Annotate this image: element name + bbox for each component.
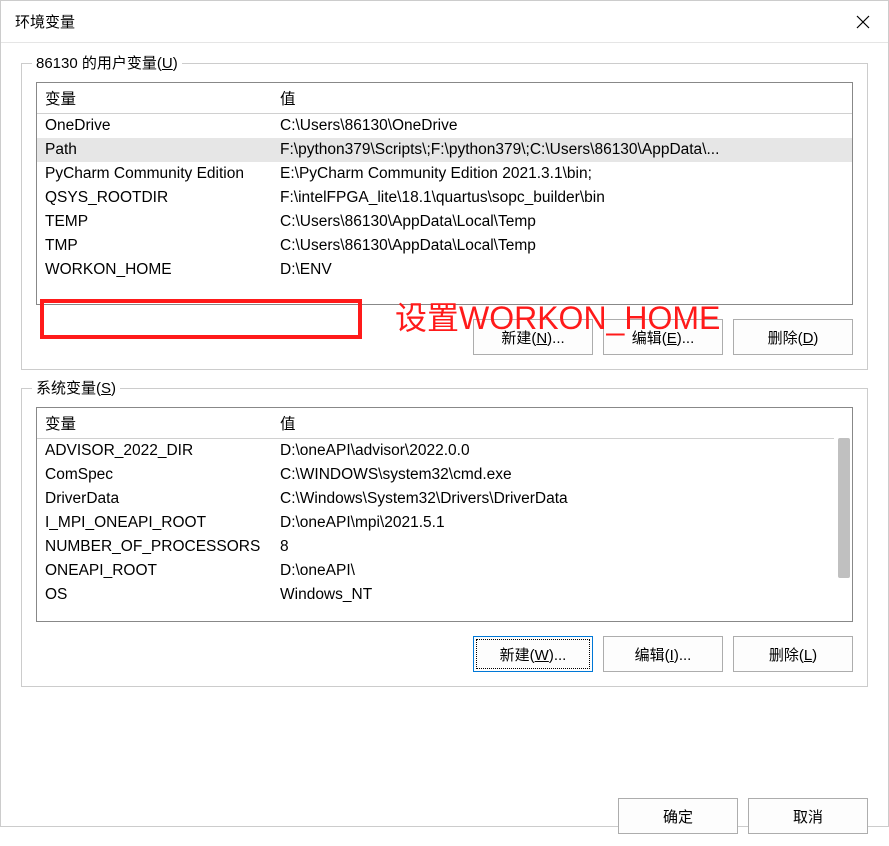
table-row[interactable]: ADVISOR_2022_DIRD:\oneAPI\advisor\2022.0… <box>37 439 834 464</box>
var-name-cell: ComSpec <box>37 463 272 487</box>
table-row[interactable]: TEMPC:\Users\86130\AppData\Local\Temp <box>37 210 852 234</box>
dialog-content: 86130 的用户变量(U) 变量 值 OneDriveC:\Users\861… <box>1 43 888 786</box>
var-value-cell: C:\WINDOWS\system32\cmd.exe <box>272 463 834 487</box>
var-name-cell: TMP <box>37 234 272 258</box>
table-row[interactable]: PathF:\python379\Scripts\;F:\python379\;… <box>37 138 852 162</box>
var-name-cell: NUMBER_OF_PROCESSORS <box>37 535 272 559</box>
dialog-title: 环境变量 <box>15 11 75 32</box>
var-name-cell: QSYS_ROOTDIR <box>37 186 272 210</box>
table-row[interactable]: PyCharm Community EditionE:\PyCharm Comm… <box>37 162 852 186</box>
var-name-cell: PyCharm Community Edition <box>37 162 272 186</box>
system-edit-button[interactable]: 编辑(I)... <box>603 636 723 672</box>
user-new-button[interactable]: 新建(N)... <box>473 319 593 355</box>
cancel-button[interactable]: 取消 <box>748 798 868 834</box>
table-row[interactable]: OneDriveC:\Users\86130\OneDrive <box>37 114 852 139</box>
var-value-cell: D:\oneAPI\ <box>272 559 834 583</box>
var-value-cell: Windows_NT <box>272 583 834 607</box>
table-row[interactable]: I_MPI_ONEAPI_ROOTD:\oneAPI\mpi\2021.5.1 <box>37 511 834 535</box>
close-icon <box>856 15 870 29</box>
titlebar: 环境变量 <box>1 1 888 43</box>
table-row[interactable]: NUMBER_OF_PROCESSORS8 <box>37 535 834 559</box>
var-name-cell: OneDrive <box>37 114 272 139</box>
user-variables-group: 86130 的用户变量(U) 变量 值 OneDriveC:\Users\861… <box>21 63 868 370</box>
var-value-cell: C:\Windows\System32\Drivers\DriverData <box>272 487 834 511</box>
table-row[interactable]: ComSpecC:\WINDOWS\system32\cmd.exe <box>37 463 834 487</box>
user-edit-button[interactable]: 编辑(E)... <box>603 319 723 355</box>
dialog-footer-buttons: 确定 取消 <box>1 786 888 846</box>
var-name-cell: I_MPI_ONEAPI_ROOT <box>37 511 272 535</box>
var-value-cell: D:\ENV <box>272 258 852 282</box>
table-row[interactable]: WORKON_HOMED:\ENV <box>37 258 852 282</box>
var-name-cell: ONEAPI_ROOT <box>37 559 272 583</box>
table-row[interactable]: TMPC:\Users\86130\AppData\Local\Temp <box>37 234 852 258</box>
var-value-cell: D:\oneAPI\mpi\2021.5.1 <box>272 511 834 535</box>
table-header-value[interactable]: 值 <box>272 408 834 439</box>
user-variables-buttons: 新建(N)... 编辑(E)... 删除(D) <box>36 319 853 355</box>
table-header-value[interactable]: 值 <box>272 83 852 114</box>
var-name-cell: Path <box>37 138 272 162</box>
var-name-cell: WORKON_HOME <box>37 258 272 282</box>
user-variables-group-label: 86130 的用户变量(U) <box>32 52 182 73</box>
var-name-cell: DriverData <box>37 487 272 511</box>
var-value-cell: C:\Users\86130\AppData\Local\Temp <box>272 210 852 234</box>
table-row[interactable]: ONEAPI_ROOTD:\oneAPI\ <box>37 559 834 583</box>
table-row[interactable]: OSWindows_NT <box>37 583 834 607</box>
var-value-cell: 8 <box>272 535 834 559</box>
system-variables-buttons: 新建(W)... 编辑(I)... 删除(L) <box>36 636 853 672</box>
var-name-cell: TEMP <box>37 210 272 234</box>
var-value-cell: F:\python379\Scripts\;F:\python379\;C:\U… <box>272 138 852 162</box>
system-variables-table[interactable]: 变量 值 ADVISOR_2022_DIRD:\oneAPI\advisor\2… <box>36 407 853 622</box>
system-new-button[interactable]: 新建(W)... <box>473 636 593 672</box>
table-header-name[interactable]: 变量 <box>37 83 272 114</box>
user-variables-table[interactable]: 变量 值 OneDriveC:\Users\86130\OneDrivePath… <box>36 82 853 305</box>
close-button[interactable] <box>838 1 888 43</box>
system-variables-group-label: 系统变量(S) <box>32 377 120 398</box>
table-row[interactable]: QSYS_ROOTDIRF:\intelFPGA_lite\18.1\quart… <box>37 186 852 210</box>
var-value-cell: F:\intelFPGA_lite\18.1\quartus\sopc_buil… <box>272 186 852 210</box>
system-variables-group: 系统变量(S) 变量 值 ADVISOR_2022_DIRD:\oneAPI\a… <box>21 388 868 687</box>
ok-button[interactable]: 确定 <box>618 798 738 834</box>
table-header-name[interactable]: 变量 <box>37 408 272 439</box>
var-value-cell: D:\oneAPI\advisor\2022.0.0 <box>272 439 834 464</box>
var-name-cell: OS <box>37 583 272 607</box>
user-delete-button[interactable]: 删除(D) <box>733 319 853 355</box>
system-delete-button[interactable]: 删除(L) <box>733 636 853 672</box>
table-row[interactable]: DriverDataC:\Windows\System32\Drivers\Dr… <box>37 487 834 511</box>
var-name-cell: ADVISOR_2022_DIR <box>37 439 272 464</box>
var-value-cell: E:\PyCharm Community Edition 2021.3.1\bi… <box>272 162 852 186</box>
scrollbar-thumb[interactable] <box>838 438 850 578</box>
env-vars-dialog: 环境变量 86130 的用户变量(U) 变量 值 <box>0 0 889 827</box>
var-value-cell: C:\Users\86130\AppData\Local\Temp <box>272 234 852 258</box>
var-value-cell: C:\Users\86130\OneDrive <box>272 114 852 139</box>
